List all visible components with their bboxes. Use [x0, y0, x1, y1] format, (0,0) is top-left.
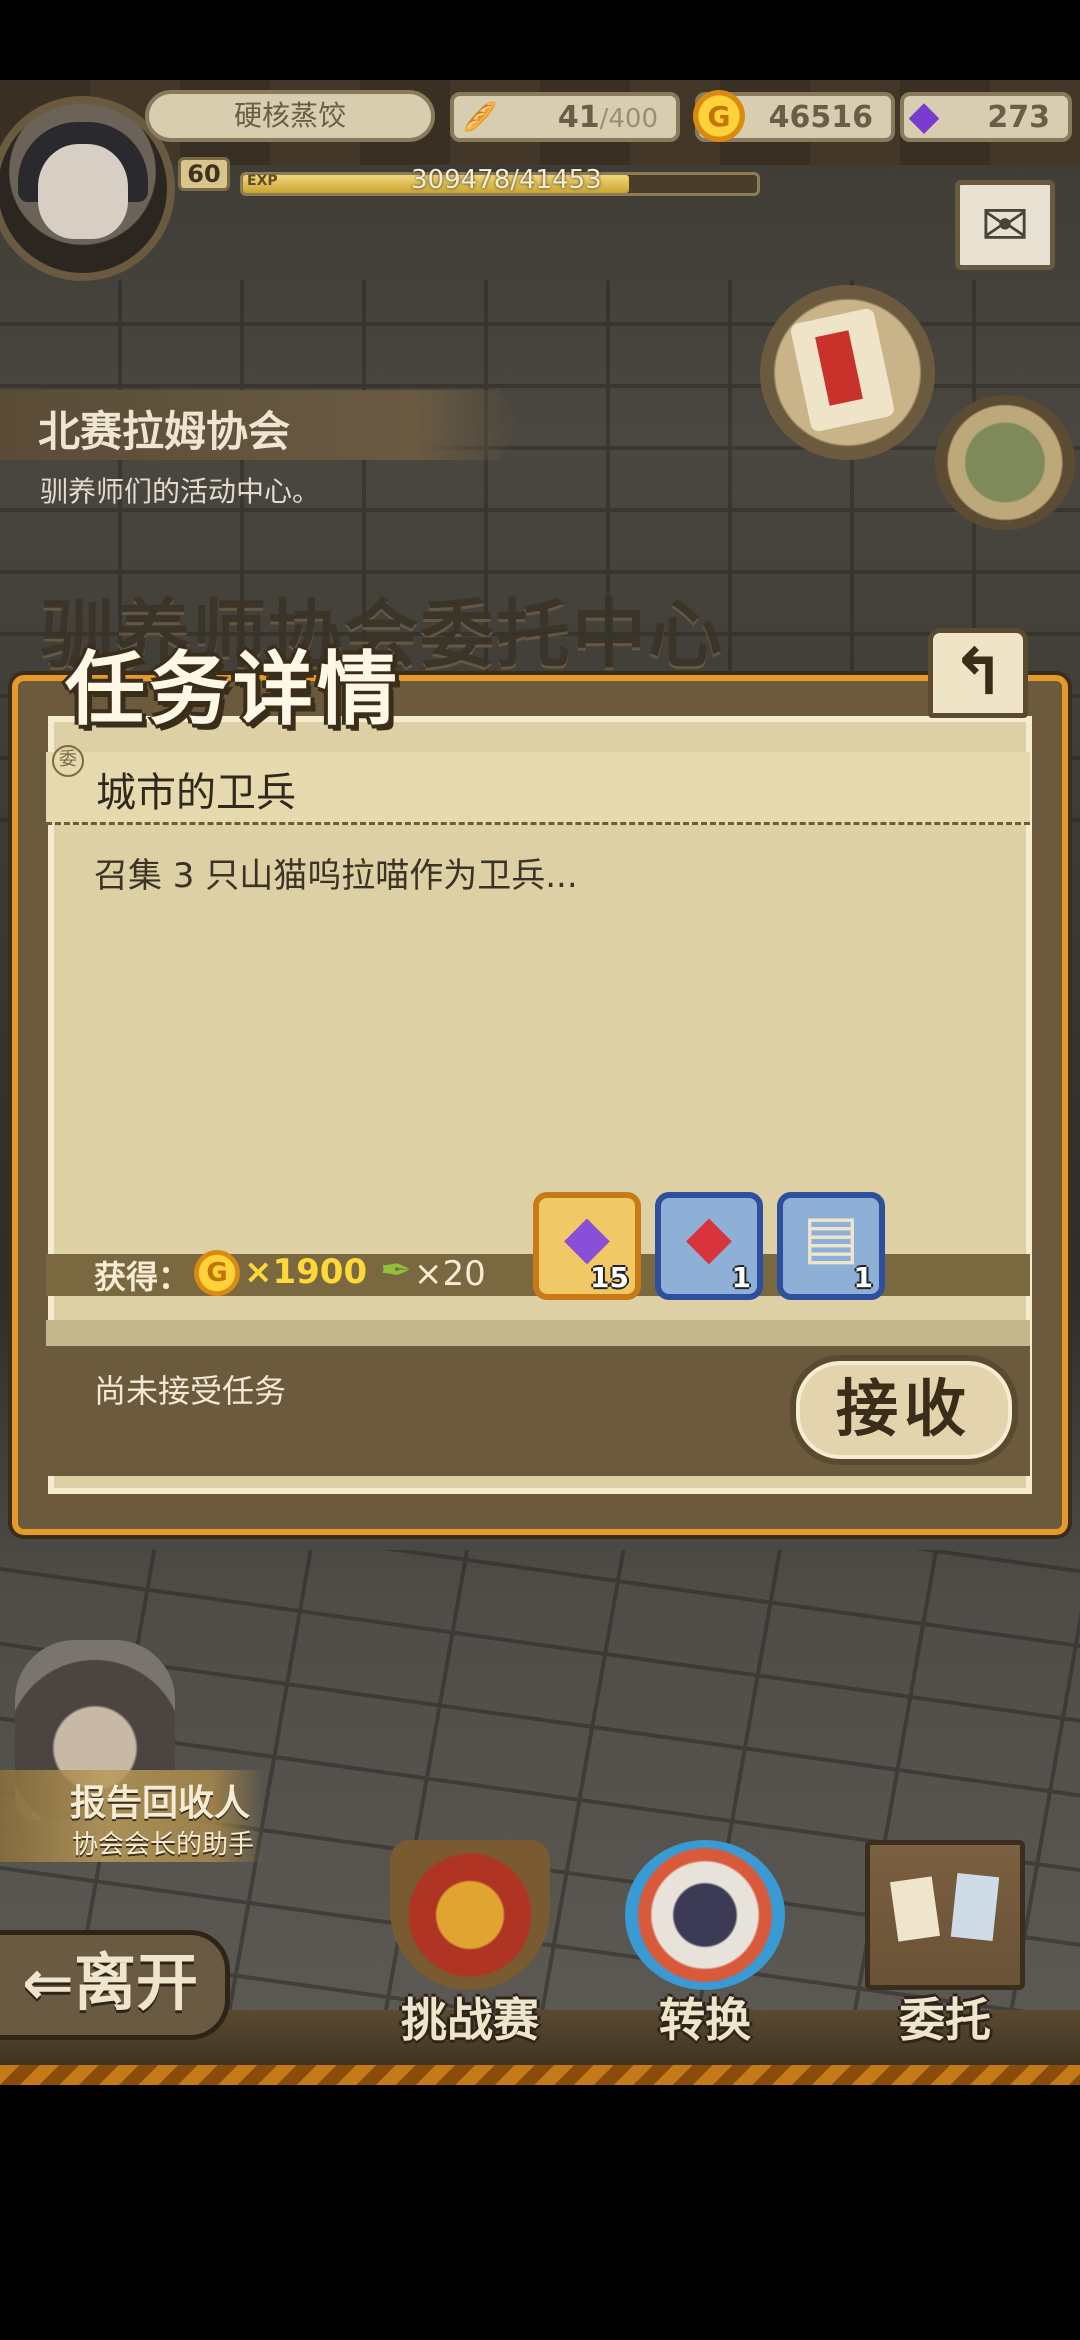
bottom-trim: [0, 2065, 1080, 2085]
quest-scroll-button[interactable]: [760, 285, 935, 460]
dialog-separator: [46, 1320, 1030, 1346]
feather-reward-amount: ×20: [414, 1254, 486, 1294]
item-count: 1: [853, 1261, 873, 1294]
commission-icon: 委: [52, 745, 84, 777]
quest-name: 城市的卫兵: [96, 770, 296, 816]
player-name: 硬核蒸饺: [145, 90, 435, 142]
challenge-label: 挑战赛: [401, 1993, 539, 2047]
gold-reward-amount: ×1900: [244, 1252, 368, 1292]
npc-role: 协会会长的助手: [72, 1830, 255, 1860]
shield-icon: [390, 1840, 550, 1990]
quest-status: 尚未接受任务: [94, 1372, 287, 1410]
avatar-face: [38, 144, 128, 239]
reward-item-red-gem[interactable]: ◆ 1: [655, 1192, 763, 1300]
leave-button[interactable]: ⇐离开: [0, 1930, 230, 2040]
exp-bar: EXP 309478/41453: [240, 165, 760, 196]
quest-description: 召集 3 只山猫呜拉喵作为卫兵...: [94, 856, 578, 896]
location-subtitle: 驯养师们的活动中心。: [40, 475, 321, 508]
exp-text: 309478/41453: [411, 165, 602, 195]
item-count: 15: [590, 1261, 629, 1294]
npc-name: 报告回收人: [70, 1783, 251, 1824]
gem-counter[interactable]: ◆ 273: [900, 92, 1072, 142]
commission-button[interactable]: 委托: [845, 1840, 1045, 2050]
gem-value: 273: [987, 100, 1050, 135]
dialog-title: 任务详情: [65, 643, 401, 736]
gold-coin-icon: G: [693, 90, 745, 142]
gold-coin-icon: G: [194, 1250, 240, 1296]
item-count: 1: [731, 1261, 751, 1294]
gold-counter[interactable]: G 46516: [693, 90, 895, 142]
purple-gem-icon: ◆: [908, 93, 940, 139]
convert-button[interactable]: 转换: [605, 1840, 805, 2050]
stamina-value: 41: [557, 100, 600, 135]
back-arrow-icon[interactable]: ↰: [928, 628, 1028, 718]
stamina-max: /400: [599, 104, 658, 134]
commission-label: 委托: [899, 1993, 991, 2047]
stamina-counter[interactable]: 🥖 41/400: [450, 92, 680, 142]
gold-value: 46516: [768, 100, 873, 135]
reward-item-scroll[interactable]: ▤ 1: [777, 1192, 885, 1300]
location-title: 北赛拉姆协会: [38, 407, 291, 456]
notice-board-icon: [865, 1840, 1025, 1990]
exp-label: EXP: [247, 173, 278, 189]
mail-icon[interactable]: ✉: [955, 180, 1055, 270]
bread-icon: 🥖: [462, 99, 498, 133]
convert-label: 转换: [659, 1993, 751, 2047]
reward-label: 获得：: [94, 1258, 191, 1296]
feather-icon: ✒: [380, 1248, 412, 1292]
level-badge: 60: [178, 157, 230, 191]
reward-item-purple-crystal[interactable]: ◆ 15: [533, 1192, 641, 1300]
challenge-button[interactable]: 挑战赛: [370, 1840, 570, 2050]
backpack-icon[interactable]: [935, 395, 1075, 530]
convert-icon: [625, 1840, 785, 1990]
accept-button[interactable]: 接收: [790, 1355, 1018, 1465]
